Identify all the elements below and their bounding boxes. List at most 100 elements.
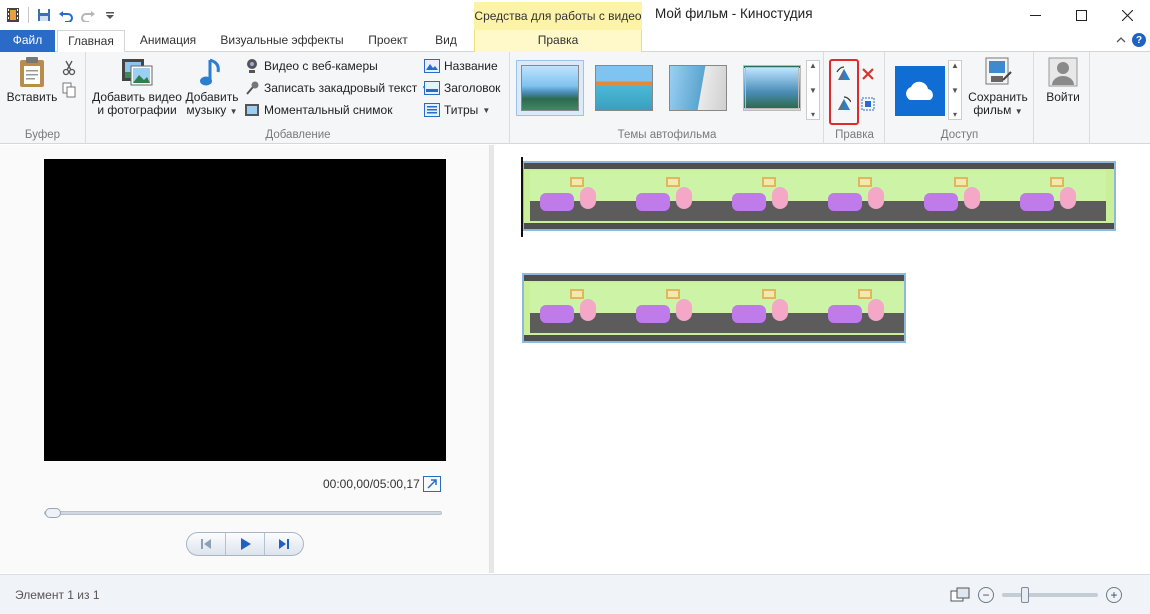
ribbon: Вставить Буфер Добавить видео и фотограф… xyxy=(0,52,1150,144)
cut-button[interactable] xyxy=(61,58,77,78)
seek-slider-thumb[interactable] xyxy=(45,508,61,518)
themes-scroll[interactable]: ▲ ▼ ▾ xyxy=(806,60,820,120)
storyboard-clip[interactable] xyxy=(522,161,1116,231)
copy-button[interactable] xyxy=(61,80,77,100)
close-icon xyxy=(1121,9,1133,21)
previous-frame-button[interactable] xyxy=(187,533,226,555)
sign-in-label: Войти xyxy=(1046,90,1080,104)
remove-button[interactable] xyxy=(860,64,876,84)
thumbnail-size-icon[interactable] xyxy=(950,587,970,603)
tab-home[interactable]: Главная xyxy=(57,30,125,53)
rotate-left-button[interactable] xyxy=(835,64,851,84)
collapse-ribbon-icon[interactable] xyxy=(1116,36,1126,44)
save-movie-button[interactable]: Сохранить фильм ▼ xyxy=(964,56,1032,118)
theme-thumbnail[interactable] xyxy=(664,60,732,116)
copy-icon xyxy=(61,82,77,98)
storyboard xyxy=(494,145,1150,573)
caption-button[interactable]: Заголовок xyxy=(424,78,500,98)
redo-icon[interactable] xyxy=(79,6,97,24)
theme-thumbnail[interactable] xyxy=(738,60,806,116)
clip-frame-thumbnail xyxy=(818,283,904,333)
user-icon xyxy=(1047,56,1079,88)
onedrive-button[interactable] xyxy=(894,66,946,116)
tab-project[interactable]: Проект xyxy=(355,30,421,52)
playhead[interactable] xyxy=(521,157,523,237)
next-frame-button[interactable] xyxy=(265,533,303,555)
tab-visual-effects[interactable]: Визуальные эффекты xyxy=(213,30,351,52)
film-sprocket-top xyxy=(524,275,904,281)
credits-button[interactable]: Титры ▼ xyxy=(424,100,490,120)
snapshot-label: Моментальный снимок xyxy=(264,103,393,117)
group-label-add: Добавление xyxy=(265,129,331,141)
minimize-button[interactable] xyxy=(1012,0,1058,30)
video-preview[interactable] xyxy=(44,159,446,461)
frame-sofa xyxy=(540,305,574,323)
minimize-icon xyxy=(1029,14,1041,16)
scroll-up-icon[interactable]: ▲ xyxy=(809,61,817,70)
close-button[interactable] xyxy=(1104,0,1150,30)
group-label-editing: Правка xyxy=(835,129,874,141)
share-scroll-down-icon[interactable]: ▼ xyxy=(951,86,959,95)
theme-preview-image xyxy=(595,65,653,111)
tab-file[interactable]: Файл xyxy=(0,30,55,52)
title-button[interactable]: Название xyxy=(424,56,498,76)
theme-thumbnail[interactable] xyxy=(590,60,658,116)
clip-frame-thumbnail xyxy=(530,283,626,333)
save-movie-label-2: фильм ▼ xyxy=(973,104,1022,118)
group-label-share: Доступ xyxy=(940,129,979,141)
app-filmstrip-icon[interactable] xyxy=(4,6,22,24)
share-more-icon[interactable]: ▾ xyxy=(953,110,957,119)
frame-pic xyxy=(1050,177,1064,187)
group-clipboard: Вставить Буфер xyxy=(0,52,86,144)
select-all-button[interactable] xyxy=(860,94,876,114)
zoom-in-button[interactable]: + xyxy=(1106,587,1122,603)
previous-frame-icon xyxy=(201,539,211,549)
add-music-label-2: музыку ▼ xyxy=(186,104,237,118)
frame-sofa xyxy=(828,193,862,211)
record-narration-button[interactable]: Записать закадровый текст ▼ xyxy=(244,78,429,98)
zoom-slider-thumb[interactable] xyxy=(1021,587,1029,603)
quick-access-toolbar xyxy=(4,4,119,26)
snapshot-button[interactable]: Моментальный снимок xyxy=(244,100,392,120)
customize-qat-icon[interactable] xyxy=(101,6,119,24)
frame-sofa xyxy=(828,305,862,323)
undo-icon[interactable] xyxy=(57,6,75,24)
sign-in-button[interactable]: Войти xyxy=(1039,56,1087,104)
frame-pic xyxy=(570,177,584,187)
seek-slider[interactable] xyxy=(44,508,442,518)
rotate-right-button[interactable] xyxy=(835,94,851,114)
tab-view[interactable]: Вид xyxy=(425,30,467,52)
paste-button[interactable]: Вставить xyxy=(4,56,60,104)
share-scroll[interactable]: ▲ ▼ ▾ xyxy=(948,60,962,120)
tab-bar-right: ? xyxy=(1116,33,1146,47)
zoom-out-button[interactable]: − xyxy=(978,587,994,603)
maximize-button[interactable] xyxy=(1058,0,1104,30)
tab-edit[interactable]: Правка xyxy=(474,30,642,52)
caption-label: Заголовок xyxy=(444,81,501,95)
ribbon-tabs: Файл Главная Анимация Визуальные эффекты… xyxy=(0,30,1150,53)
fullscreen-preview-button[interactable] xyxy=(423,476,441,492)
group-share: ▲ ▼ ▾ Сохранить фильм ▼ Доступ xyxy=(886,52,1034,144)
tab-animation[interactable]: Анимация xyxy=(127,30,209,52)
play-button[interactable] xyxy=(226,533,265,555)
film-sprocket-bottom xyxy=(524,223,1114,229)
scroll-down-icon[interactable]: ▼ xyxy=(809,86,817,95)
save-icon[interactable] xyxy=(35,6,53,24)
clip-frame-thumbnail xyxy=(722,171,818,221)
clip-frame-thumbnail xyxy=(530,171,626,221)
webcam-video-button[interactable]: Видео с веб-камеры xyxy=(244,56,378,76)
group-label-themes: Темы автофильма xyxy=(617,129,717,141)
add-music-label-2-text: музыку xyxy=(186,103,227,117)
add-video-photos-button[interactable]: Добавить видео и фотографии xyxy=(91,56,183,117)
zoom-slider[interactable] xyxy=(1002,587,1098,603)
webcam-video-label: Видео с веб-камеры xyxy=(264,59,378,73)
frame-pic xyxy=(858,177,872,187)
add-music-button[interactable]: Добавить музыку ▼ xyxy=(184,56,240,118)
timecode: 00:00,00/05:00,17 xyxy=(323,477,420,491)
gallery-more-icon[interactable]: ▾ xyxy=(811,110,815,119)
theme-thumbnail[interactable] xyxy=(516,60,584,116)
share-scroll-up-icon[interactable]: ▲ xyxy=(951,61,959,70)
storyboard-clip[interactable] xyxy=(522,273,906,343)
clip-frame-thumbnail xyxy=(1010,171,1106,221)
help-icon[interactable]: ? xyxy=(1132,33,1146,47)
